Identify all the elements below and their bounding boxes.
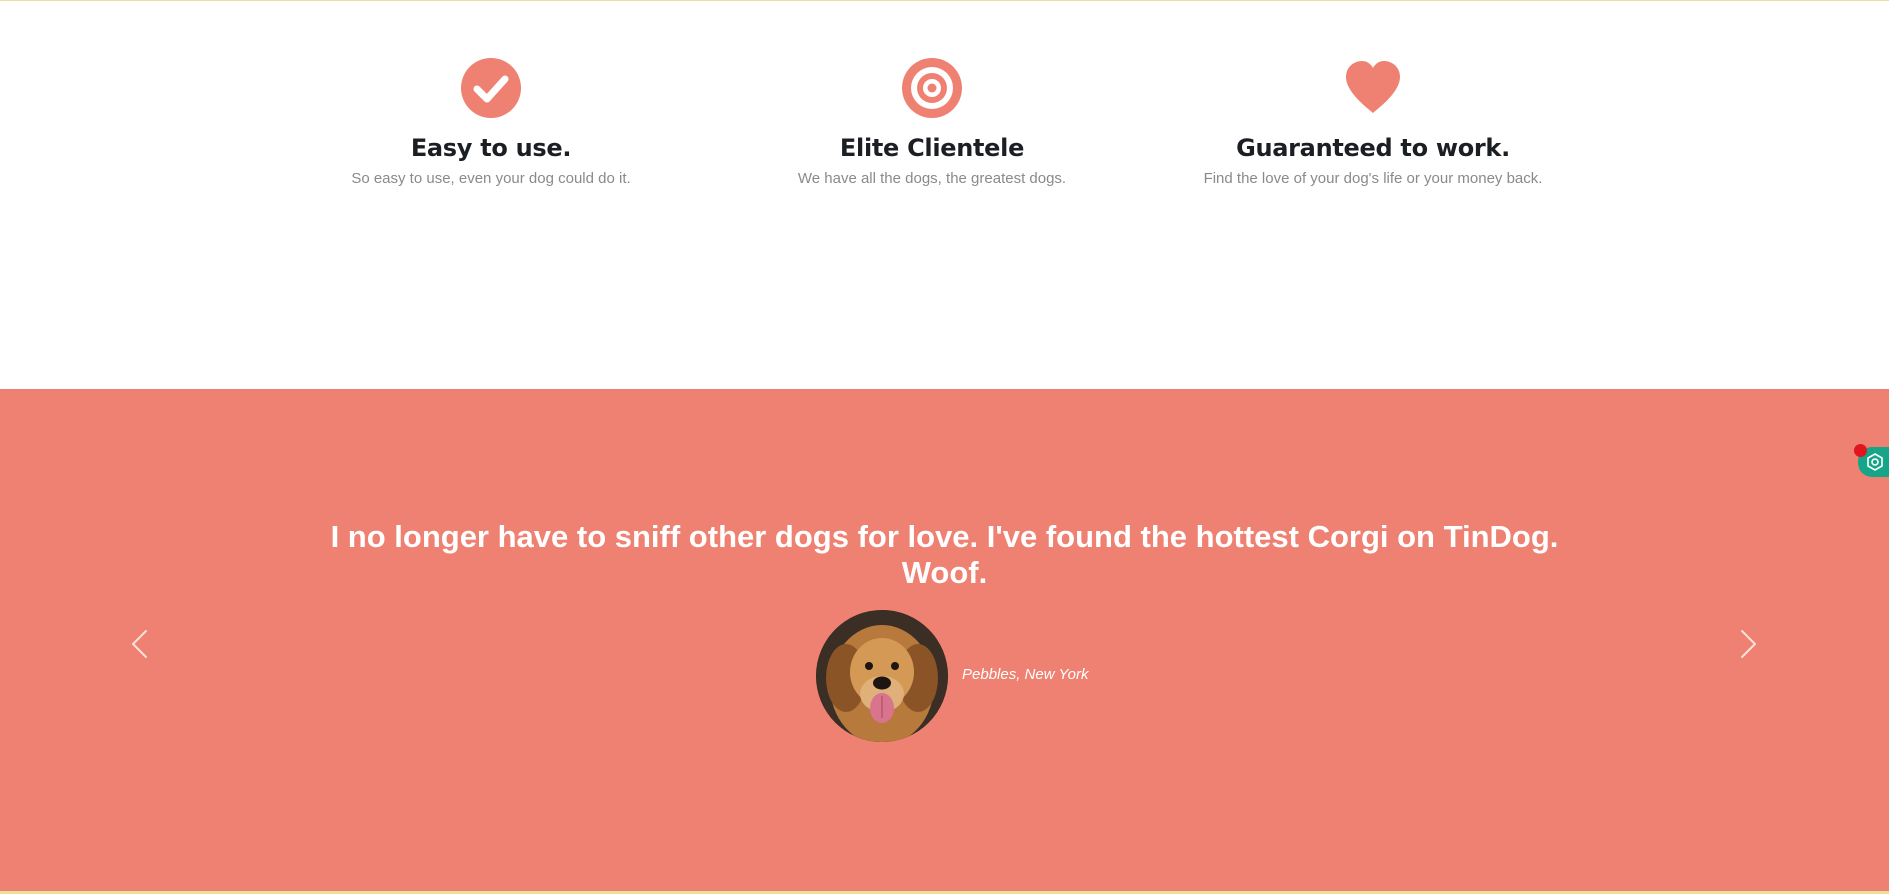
page: Easy to use. So easy to use, even your d… — [0, 0, 1889, 894]
feature-title: Easy to use. — [410, 134, 572, 162]
testimonial-avatar — [816, 610, 948, 742]
feature-description: So easy to use, even your dog could do i… — [351, 170, 631, 187]
feature-guaranteed: Guaranteed to work. Find the love of you… — [1153, 57, 1593, 189]
testimonial-quote: I no longer have to sniff other dogs for… — [330, 519, 1559, 590]
chevron-right-icon — [1741, 630, 1756, 658]
feature-title: Elite Clientele — [839, 134, 1025, 162]
chevron-left-icon — [132, 630, 147, 658]
testimonial-section: I no longer have to sniff other dogs for… — [0, 389, 1889, 891]
features-section: Easy to use. So easy to use, even your d… — [0, 1, 1889, 389]
carousel-prev-button[interactable] — [120, 619, 160, 669]
check-circle-icon — [460, 57, 522, 119]
testimonial-attribution: Pebbles, New York — [962, 666, 1089, 683]
bullseye-icon — [901, 57, 963, 119]
feature-easy-to-use: Easy to use. So easy to use, even your d… — [271, 57, 711, 189]
feature-elite-clientele: Elite Clientele We have all the dogs, th… — [712, 57, 1152, 189]
feature-description: We have all the dogs, the greatest dogs. — [797, 170, 1067, 187]
notification-dot — [1854, 444, 1867, 457]
feature-description: Find the love of your dog's life or your… — [1203, 170, 1543, 187]
feature-title: Guaranteed to work. — [1236, 134, 1510, 162]
heart-icon — [1342, 57, 1404, 119]
carousel-next-button[interactable] — [1728, 619, 1768, 669]
